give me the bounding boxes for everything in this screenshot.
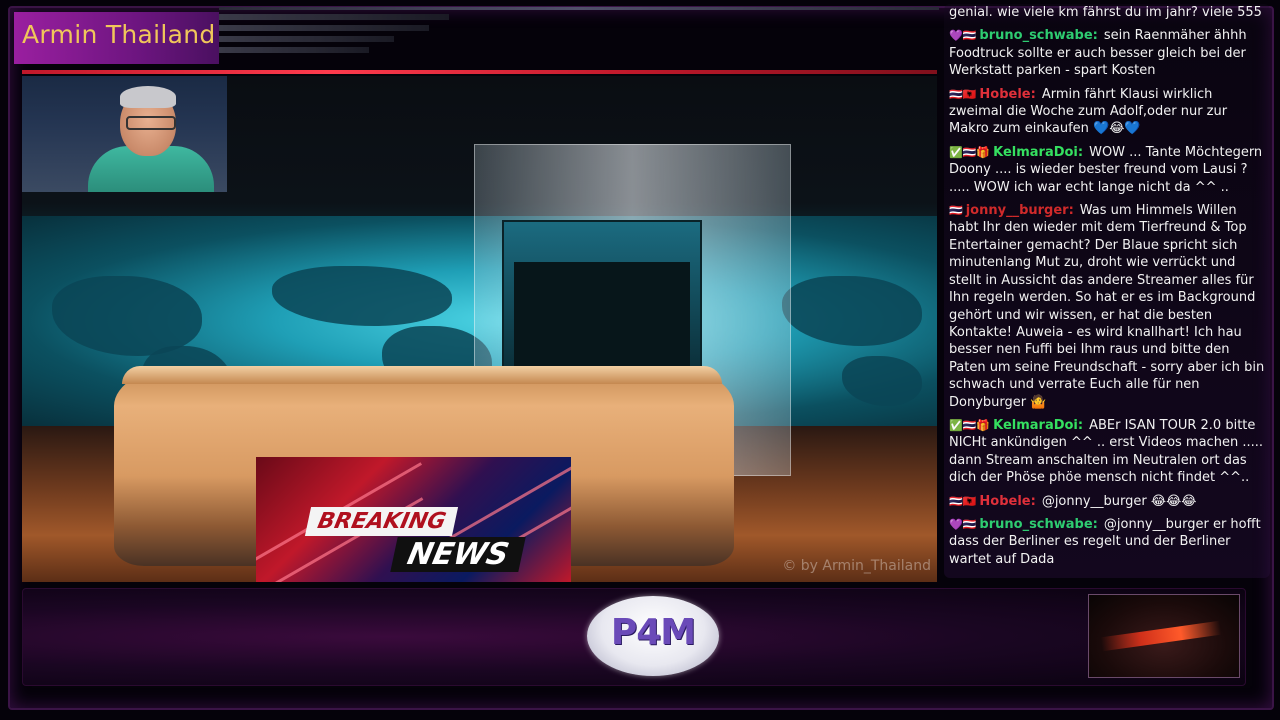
chat-username[interactable]: bruno_schwabe: [979,28,1097,43]
anchor-desk-top [122,366,722,384]
badge-icons: 🇹🇭🇦🇱 [949,494,977,508]
news-label: NEWS [390,537,527,572]
glasses-icon [126,116,176,130]
channel-title: Armin Thailand [22,20,216,49]
chat-message-text: @jonny__burger 😂😂😂 [1041,493,1197,509]
logo-text: P4M [610,612,696,653]
badge-icons: 💜🇹🇭 [949,517,977,531]
badge-icons: ✅🇹🇭🎁 [949,145,991,159]
title-decor-bars [219,14,449,58]
red-accent-line [22,70,937,74]
chat-message-text: genial. wie viele km fährst du im jahr? … [949,5,1262,20]
chat-message-text: Was um Himmels Willen habt Ihr den wiede… [949,203,1265,410]
chat-message: 🇹🇭🇦🇱 Hobele: @jonny__burger 😂😂😂 [944,493,1270,510]
chat-message: 🇹🇭🇦🇱 Hobele: Armin fährt Klausi wirklich z… [944,86,1270,138]
chat-username[interactable]: jonny__burger: [966,203,1074,218]
chat-message: genial. wie viele km fährst du im jahr? … [944,4,1270,21]
breaking-news-graphic: BREAKING NEWS [256,457,571,582]
chat-message: ✅🇹🇭🎁 KelmaraDoi: ABEr ISAN TOUR 2.0 bitte … [944,417,1270,487]
chat-username[interactable]: Hobele: [979,494,1035,509]
badge-icons: 🇹🇭 [949,204,963,218]
chat-username[interactable]: KelmaraDoi: [993,145,1083,160]
breaking-label: BREAKING [304,507,459,536]
badge-icons: ✅🇹🇭🎁 [949,418,991,432]
studio-monitor [502,220,702,374]
chat-username[interactable]: bruno_schwabe: [979,517,1097,532]
top-divider [219,7,939,10]
chat-message: 🇹🇭 jonny__burger: Was um Himmels Willen ha… [944,202,1270,411]
chat-username[interactable]: KelmaraDoi: [993,418,1083,433]
chat-username[interactable]: Hobele: [979,87,1035,102]
badge-icons: 🇹🇭🇦🇱 [949,87,977,101]
badge-icons: 💜🇹🇭 [949,29,977,43]
mini-preview [1088,594,1240,678]
chat-message: ✅🇹🇭🎁 KelmaraDoi: WOW ... Tante Möchtegern … [944,144,1270,196]
chat-panel[interactable]: genial. wie viele km fährst du im jahr? … [944,4,1270,578]
streamer-hair [120,86,176,108]
p4m-logo: P4M [587,596,719,676]
webcam-feed [22,76,227,192]
chat-message: 💜🇹🇭 bruno_schwabe: sein Raenmäher ähhh Foo… [944,27,1270,79]
chat-message: 💜🇹🇭 bruno_schwabe: @jonny__burger er hofft… [944,516,1270,568]
video-watermark: © by Armin_Thailand [782,558,931,574]
